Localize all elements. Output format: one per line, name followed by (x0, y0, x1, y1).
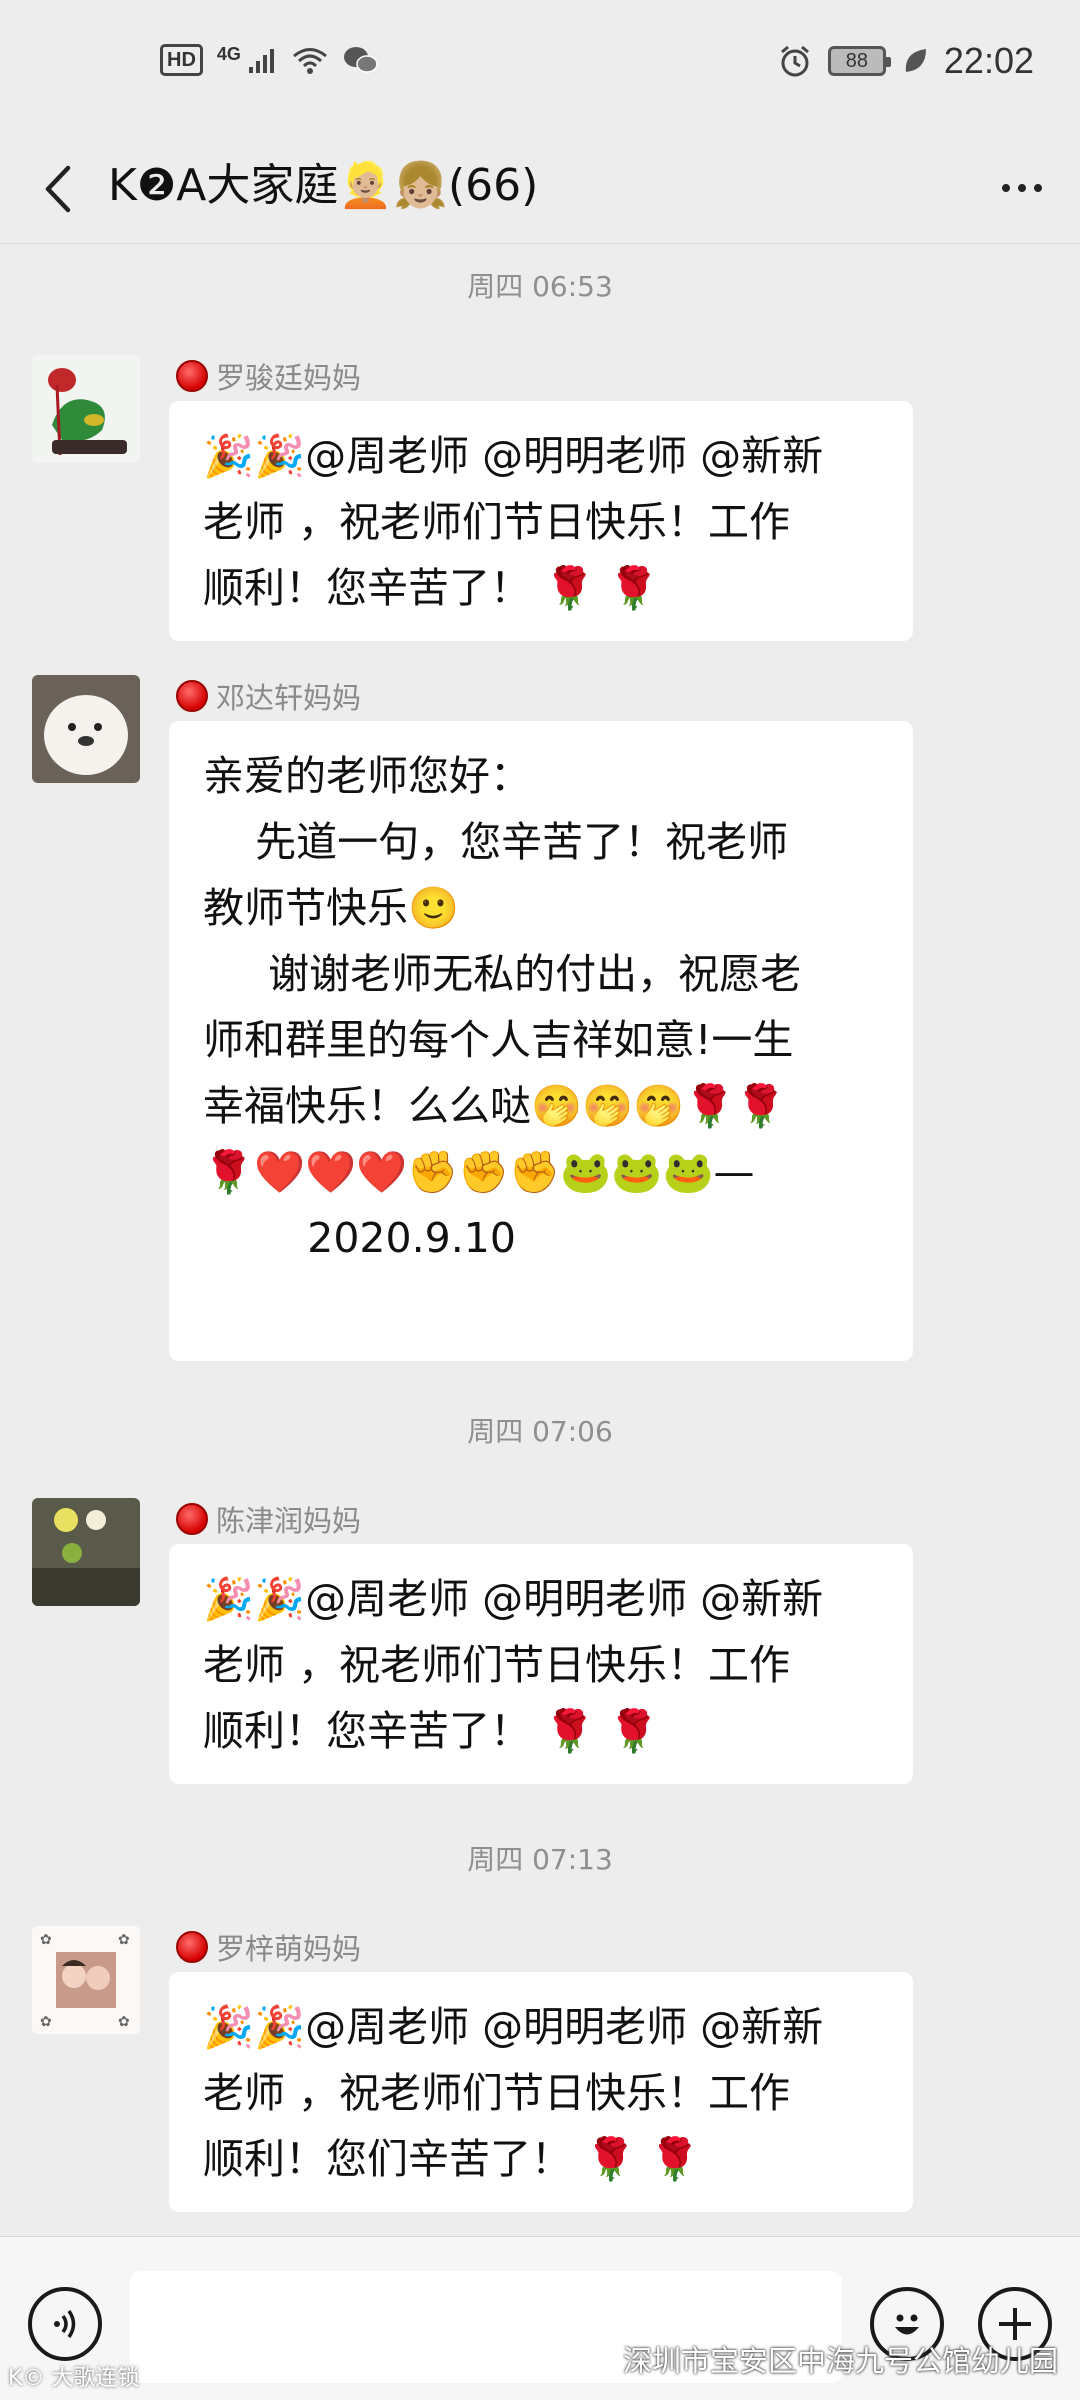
more-button[interactable] (992, 158, 1052, 218)
svg-text:✿: ✿ (40, 1932, 52, 1948)
sender-label: 罗骏廷妈妈 (216, 361, 362, 395)
battery-indicator: 88 (827, 46, 891, 76)
red-dot-icon (176, 680, 208, 712)
message-list[interactable]: 周四 06:53 罗骏廷妈妈 🎉🎉@周老师 @明明老师 @新新 老师 ，祝老师们… (0, 245, 1080, 2235)
message-line: 🌹❤️❤️❤️✊✊✊🐸🐸🐸— (203, 1148, 755, 1196)
message-line: 谢谢老师无私的付出，祝愿老 (203, 950, 802, 998)
avatar[interactable] (32, 675, 140, 783)
svg-text:✿: ✿ (118, 2014, 130, 2030)
status-bar: HD 4G 88 22:02 (0, 0, 1080, 136)
sender-name: 邓达轩妈妈 (176, 675, 361, 717)
more-dot (1018, 184, 1026, 192)
message-line: 🎉🎉@周老师 @明明老师 @新新 (203, 432, 824, 480)
more-dot (1034, 184, 1042, 192)
avatar[interactable]: ✿ ✿ ✿ ✿ (32, 1926, 140, 2034)
message-line: 老师 ，祝老师们节日快乐！工作 (203, 1641, 791, 1689)
signal-icon (248, 49, 274, 73)
timestamp: 周四 06:53 (467, 270, 613, 303)
svg-text:✿: ✿ (40, 2014, 52, 2030)
sender-label: 罗梓萌妈妈 (216, 1932, 362, 1966)
voice-icon (54, 2310, 76, 2338)
message-line: 顺利！您们辛苦了！ 🌹 🌹 (203, 2135, 701, 2183)
input-bar: K© 大歌连锁 深圳市宝安区中海九号公馆幼儿园 (0, 2236, 1080, 2400)
red-dot-icon (176, 1503, 208, 1535)
sender-name: 罗梓萌妈妈 (176, 1926, 361, 1968)
avatar-lamp-image (32, 1498, 140, 1606)
message-line: 🎉🎉@周老师 @明明老师 @新新 (203, 2003, 824, 2051)
timestamp: 周四 07:06 (467, 1415, 613, 1448)
chat-header: K❷A大家庭👱🏼👧🏼(66) (0, 136, 1080, 244)
red-dot-icon (176, 360, 208, 392)
message-line: 教师节快乐🙂 (203, 884, 460, 932)
watermark: 深圳市宝安区中海九号公馆幼儿园 (622, 2344, 1058, 2378)
status-right: 88 22:02 (778, 40, 1034, 82)
message-line: 顺利！您辛苦了！ 🌹 🌹 (203, 564, 660, 612)
sender-label: 邓达轩妈妈 (216, 681, 362, 715)
sender-name: 罗骏廷妈妈 (176, 355, 361, 397)
message-bubble[interactable]: 亲爱的老师您好： 先道一句，您辛苦了！祝老师 教师节快乐🙂 谢谢老师无私的付出，… (169, 721, 913, 1361)
avatar[interactable] (32, 1498, 140, 1606)
back-button[interactable] (30, 154, 90, 224)
more-horizontal-icon (1002, 184, 1010, 192)
wifi-icon (292, 48, 327, 74)
message-line: 🎉🎉@周老师 @明明老师 @新新 (203, 1575, 824, 1623)
leaf-icon (905, 49, 926, 72)
avatar-jade-image (32, 355, 140, 463)
clock: 22:02 (943, 40, 1034, 81)
voice-button[interactable] (28, 2287, 102, 2361)
network-type: 4G (216, 44, 241, 64)
chat-title: K❷A大家庭👱🏼👧🏼(66) (108, 160, 539, 211)
timestamp: 周四 07:13 (467, 1843, 613, 1876)
red-dot-icon (176, 1931, 208, 1963)
message-line: 顺利！您辛苦了！ 🌹 🌹 (203, 1707, 660, 1755)
avatar-photo-image: ✿ ✿ ✿ ✿ (32, 1926, 140, 2034)
sender-label: 陈津润妈妈 (216, 1504, 362, 1538)
watermark-left: K© 大歌连锁 (8, 2366, 140, 2391)
svg-text:✿: ✿ (118, 1932, 130, 1948)
alarm-icon (780, 45, 809, 77)
message-line: 亲爱的老师您好： (203, 752, 531, 800)
message-line: 老师 ，祝老师们节日快乐！工作 (203, 2069, 791, 2117)
sender-name: 陈津润妈妈 (176, 1498, 361, 1540)
message-bubble[interactable]: 🎉🎉@周老师 @明明老师 @新新 老师 ，祝老师们节日快乐！工作 顺利！您辛苦了… (169, 401, 913, 641)
message-line: 师和群里的每个人吉祥如意!一生 (203, 1016, 794, 1064)
wechat-icon (343, 47, 378, 73)
message-line: 2020.9.10 (203, 1214, 516, 1262)
message-bubble[interactable]: 🎉🎉@周老师 @明明老师 @新新 老师 ，祝老师们节日快乐！工作 顺利！您辛苦了… (169, 1544, 913, 1784)
message-line: 老师 ，祝老师们节日快乐！工作 (203, 498, 791, 546)
status-left: HD 4G (160, 44, 379, 76)
hd-badge: HD (160, 44, 203, 76)
message-line: 先道一句，您辛苦了！祝老师 (203, 818, 789, 866)
message-bubble[interactable]: 🎉🎉@周老师 @明明老师 @新新 老师 ，祝老师们节日快乐！工作 顺利！您们辛苦… (169, 1972, 913, 2212)
avatar-puppy-image (32, 675, 140, 783)
avatar[interactable] (32, 355, 140, 463)
message-line: 幸福快乐！么么哒🤭🤭🤭🌹🌹 (203, 1082, 787, 1130)
chevron-left-icon (45, 165, 71, 213)
